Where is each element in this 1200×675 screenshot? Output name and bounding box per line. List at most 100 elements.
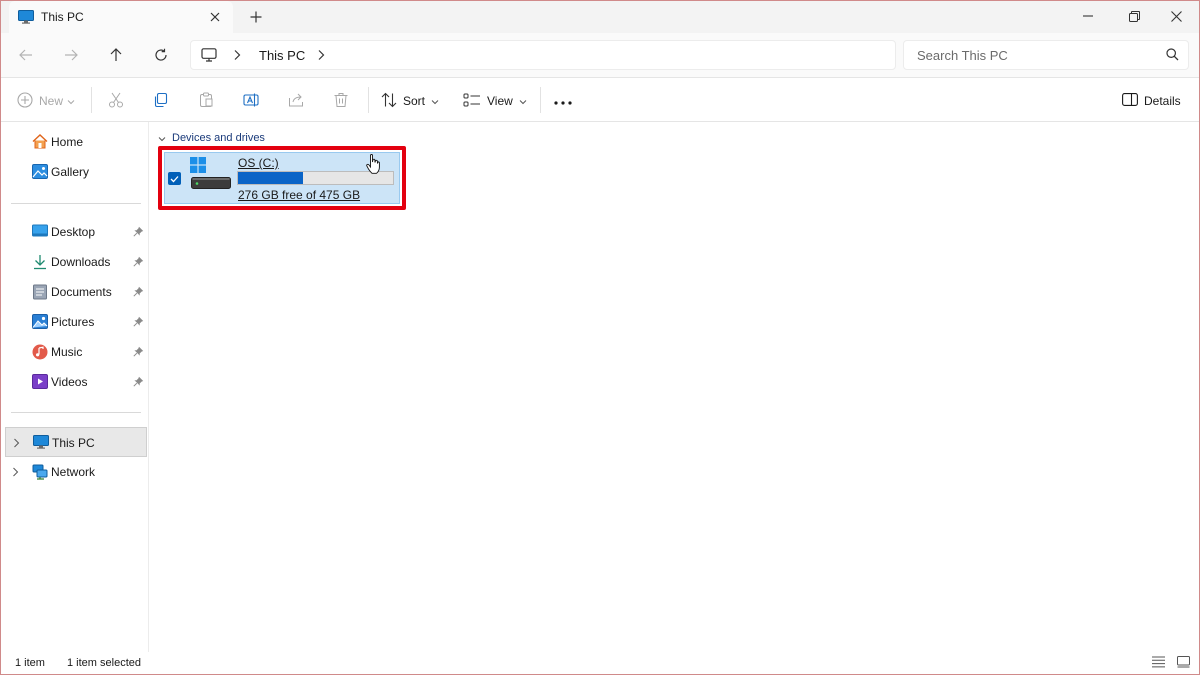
search-input[interactable]: Search This PC (903, 40, 1189, 70)
tiles-view-icon[interactable] (1177, 656, 1190, 671)
details-pane-button[interactable]: Details (1122, 88, 1181, 114)
share-button[interactable] (288, 88, 304, 114)
chevron-right-icon[interactable] (317, 49, 325, 64)
checkmark-icon[interactable] (168, 172, 181, 185)
sidebar-item-gallery[interactable]: Gallery (1, 157, 147, 187)
restore-icon[interactable] (1111, 1, 1157, 31)
documents-icon (32, 284, 48, 303)
pin-icon[interactable] (133, 376, 144, 390)
refresh-icon[interactable] (147, 41, 175, 69)
file-list-area: Devices and drives OS (C:) 276 GB free o… (150, 122, 1199, 652)
sort-button[interactable]: Sort (381, 88, 439, 114)
forward-arrow-icon[interactable] (57, 41, 85, 69)
clipboard-icon (198, 92, 214, 111)
scissors-icon (108, 92, 124, 111)
plus-circle-icon (17, 91, 33, 111)
chevron-right-icon[interactable] (233, 49, 241, 64)
sidebar-divider (11, 412, 141, 413)
chevron-right-icon[interactable] (13, 437, 20, 451)
sort-icon (381, 92, 397, 111)
address-bar[interactable]: This PC (190, 40, 896, 70)
rename-icon (243, 92, 259, 111)
pin-icon[interactable] (133, 316, 144, 330)
sidebar-item-this-pc[interactable]: This PC (5, 427, 147, 457)
drive-tile-os-c[interactable]: OS (C:) 276 GB free of 475 GB (164, 152, 400, 204)
view-list-icon (463, 93, 481, 110)
monitor-icon (33, 435, 49, 452)
paste-button[interactable] (198, 88, 214, 114)
status-item-count: 1 item (15, 657, 45, 669)
sidebar-divider (11, 203, 141, 204)
downloads-icon (32, 254, 48, 273)
chevron-down-icon (431, 94, 439, 108)
up-arrow-icon[interactable] (102, 41, 130, 69)
toolbar-divider (540, 87, 541, 113)
delete-button[interactable] (333, 88, 349, 114)
copy-button[interactable] (153, 88, 169, 114)
sidebar-item-desktop[interactable]: Desktop (1, 217, 147, 247)
view-label: View (487, 94, 513, 108)
drive-capacity-fill (238, 172, 303, 184)
rename-button[interactable] (243, 88, 259, 114)
toolbar-divider (368, 87, 369, 113)
sort-label: Sort (403, 94, 426, 108)
minimize-icon[interactable] (1065, 1, 1111, 31)
plus-icon[interactable] (245, 7, 267, 27)
monitor-icon (18, 10, 34, 27)
sidebar-item-label: Videos (51, 375, 88, 389)
search-icon[interactable] (1166, 48, 1179, 64)
close-window-icon[interactable] (1153, 1, 1199, 31)
chevron-down-icon (158, 131, 166, 145)
home-icon (32, 134, 48, 152)
hard-drive-icon (191, 177, 231, 192)
sidebar-item-label: Music (51, 345, 83, 359)
sidebar-item-home[interactable]: Home (1, 127, 147, 157)
file-explorer-window: This PC This PC Search This PC New Sort … (0, 0, 1200, 675)
close-tab-icon[interactable] (205, 7, 225, 27)
trash-icon (333, 92, 349, 111)
drive-free-space: 276 GB free of 475 GB (238, 188, 361, 202)
drive-name[interactable]: OS (C:) (238, 156, 279, 170)
tab-this-pc[interactable]: This PC (9, 1, 233, 33)
new-button[interactable]: New (17, 88, 75, 114)
details-pane-icon (1122, 93, 1138, 109)
sidebar-item-label: This PC (52, 436, 95, 450)
music-icon (32, 344, 48, 363)
view-button[interactable]: View (463, 88, 527, 114)
sidebar-item-label: Home (51, 135, 84, 149)
details-view-icon[interactable] (1152, 656, 1165, 671)
sidebar-item-label: Downloads (51, 255, 111, 269)
windows-logo-icon (190, 157, 206, 176)
pin-icon[interactable] (133, 256, 144, 270)
pictures-icon (32, 314, 48, 332)
details-label: Details (1144, 94, 1181, 108)
sidebar-item-pictures[interactable]: Pictures (1, 307, 147, 337)
hand-cursor-icon (366, 154, 380, 177)
more-dots-icon (554, 94, 572, 108)
status-selected-count: 1 item selected (67, 657, 141, 669)
pin-icon[interactable] (133, 286, 144, 300)
see-more-button[interactable] (554, 88, 572, 114)
chevron-right-icon[interactable] (12, 466, 19, 480)
sidebar-item-label: Pictures (51, 315, 95, 329)
sidebar-item-downloads[interactable]: Downloads (1, 247, 147, 277)
pin-icon[interactable] (133, 226, 144, 240)
cut-button[interactable] (108, 88, 124, 114)
pin-icon[interactable] (133, 346, 144, 360)
back-arrow-icon[interactable] (12, 41, 40, 69)
sidebar-item-label: Desktop (51, 225, 96, 239)
gallery-icon (32, 164, 48, 182)
navigation-bar: This PC Search This PC (1, 33, 1199, 77)
sidebar-item-documents[interactable]: Documents (1, 277, 147, 307)
sidebar-item-music[interactable]: Music (1, 337, 147, 367)
status-bar: 1 item 1 item selected (1, 652, 1199, 674)
desktop-folder-icon (32, 224, 48, 241)
sidebar-item-videos[interactable]: Videos (1, 367, 147, 397)
sidebar-item-network[interactable]: Network (1, 457, 147, 487)
breadcrumb-this-pc[interactable]: This PC (259, 48, 305, 63)
chevron-down-icon (519, 94, 527, 108)
title-bar: This PC (1, 1, 1199, 33)
group-header-devices[interactable]: Devices and drives (158, 131, 265, 145)
command-bar: New Sort View Details (1, 77, 1199, 122)
videos-icon (32, 374, 48, 392)
